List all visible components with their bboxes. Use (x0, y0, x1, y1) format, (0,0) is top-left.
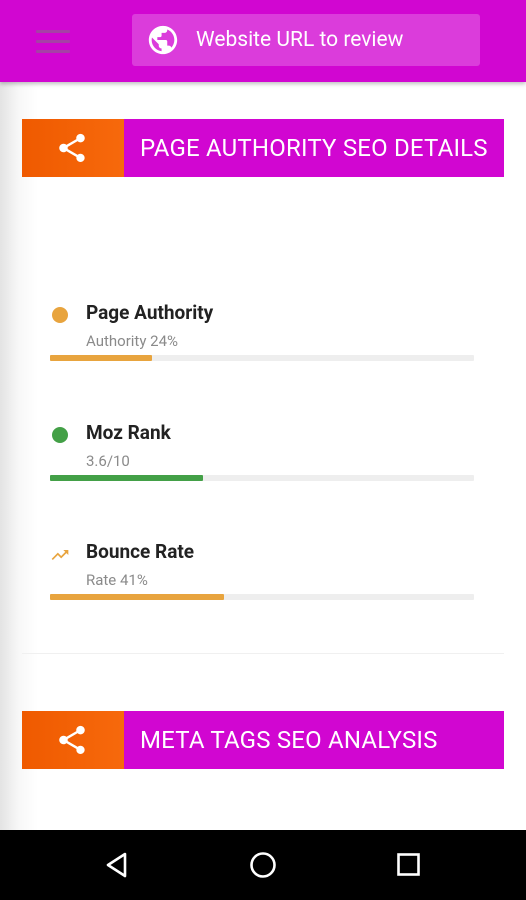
metric-moz-rank: Moz Rank 3.6/10 (50, 421, 476, 486)
metric-bounce-rate: Bounce Rate Rate 41% (50, 540, 476, 605)
section-header-page-authority[interactable]: PAGE AUTHORITY SEO DETAILS (22, 119, 504, 177)
metric-title: Moz Rank (86, 421, 171, 444)
metric-subtitle: 3.6/10 (86, 452, 130, 470)
hamburger-menu-icon[interactable] (36, 30, 70, 54)
status-dot-icon (52, 307, 68, 323)
metric-page-authority: Page Authority Authority 24% (50, 301, 476, 366)
metric-title: Page Authority (86, 301, 214, 324)
progress-track (50, 475, 474, 481)
progress-fill (50, 475, 203, 481)
progress-track (50, 355, 474, 361)
progress-track (50, 594, 474, 600)
share-icon (59, 133, 85, 163)
recents-square-icon[interactable] (395, 851, 423, 879)
globe-icon (148, 25, 178, 55)
divider (22, 653, 504, 654)
metric-subtitle: Rate 41% (86, 571, 148, 589)
metric-subtitle: Authority 24% (86, 332, 178, 350)
home-circle-icon[interactable] (248, 851, 278, 881)
trending-up-icon (51, 550, 69, 560)
back-triangle-icon[interactable] (103, 851, 131, 879)
progress-fill (50, 594, 224, 600)
app-bar: Website URL to review (0, 0, 526, 82)
section-title: META TAGS SEO ANALYSIS (140, 726, 438, 754)
share-icon (59, 725, 85, 755)
progress-fill (50, 355, 152, 361)
main-content: PAGE AUTHORITY SEO DETAILS Page Authorit… (0, 82, 526, 830)
section-header-meta-tags[interactable]: META TAGS SEO ANALYSIS (22, 711, 504, 769)
section-title: PAGE AUTHORITY SEO DETAILS (140, 134, 488, 162)
url-input-placeholder: Website URL to review (196, 28, 404, 52)
url-input[interactable]: Website URL to review (132, 14, 480, 66)
system-nav-bar (0, 830, 526, 900)
metric-title: Bounce Rate (86, 540, 195, 563)
section-icon-box (22, 711, 124, 769)
status-dot-icon (52, 427, 68, 443)
section-icon-box (22, 119, 124, 177)
